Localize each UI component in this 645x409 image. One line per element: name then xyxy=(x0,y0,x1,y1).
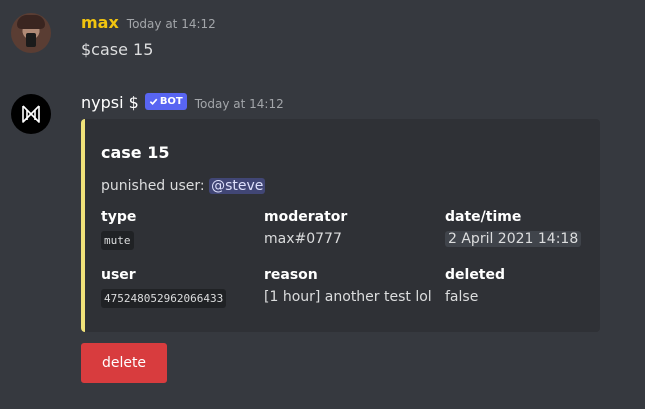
field-name: deleted xyxy=(445,267,506,283)
verified-check-icon xyxy=(149,98,158,106)
message-content: $case 15 xyxy=(81,40,154,59)
user-mention[interactable]: @steve xyxy=(209,178,266,194)
field-name: reason xyxy=(264,267,318,283)
author-name[interactable]: max xyxy=(81,13,119,32)
message-timestamp: Today at 14:12 xyxy=(126,17,216,31)
field-reason: reason [1 hour] another test lol xyxy=(264,267,432,305)
field-value: max#0777 xyxy=(264,231,342,247)
field-value: mute xyxy=(101,231,134,250)
embed-description-prefix: punished user: xyxy=(101,178,205,194)
field-value: 475248052962066433 xyxy=(101,289,227,308)
field-user: user 475248052962066433 xyxy=(101,267,227,308)
nypsi-logo-icon xyxy=(22,105,40,123)
field-datetime: date/time 2 April 2021 14:18 xyxy=(445,209,582,247)
field-name: type xyxy=(101,209,137,225)
avatar-nypsi[interactable] xyxy=(11,94,51,134)
avatar-hair xyxy=(17,15,45,29)
avatar-max[interactable] xyxy=(11,13,51,53)
delete-button[interactable]: delete xyxy=(81,343,167,383)
embed-title: case 15 xyxy=(101,143,170,162)
field-value: false xyxy=(445,289,479,305)
bot-badge-label: BOT xyxy=(159,96,183,107)
message-header: nypsi $ BOT Today at 14:12 xyxy=(81,93,284,112)
field-deleted: deleted false xyxy=(445,267,505,305)
field-value: [1 hour] another test lol xyxy=(264,289,432,305)
field-moderator: moderator max#0777 xyxy=(264,209,347,247)
field-name: moderator xyxy=(264,209,348,225)
field-type: type mute xyxy=(101,209,136,250)
message-timestamp: Today at 14:12 xyxy=(194,97,284,111)
bot-badge: BOT xyxy=(144,93,187,110)
avatar-phone xyxy=(26,33,36,47)
embed-description: punished user: @steve xyxy=(101,178,266,194)
field-name: date/time xyxy=(445,209,522,225)
author-name[interactable]: nypsi $ xyxy=(81,93,139,112)
case-embed: case 15 punished user: @steve type mute … xyxy=(81,119,600,332)
field-name: user xyxy=(101,267,136,283)
message-header: max Today at 14:12 xyxy=(81,13,216,32)
field-value: 2 April 2021 14:18 xyxy=(445,231,582,247)
